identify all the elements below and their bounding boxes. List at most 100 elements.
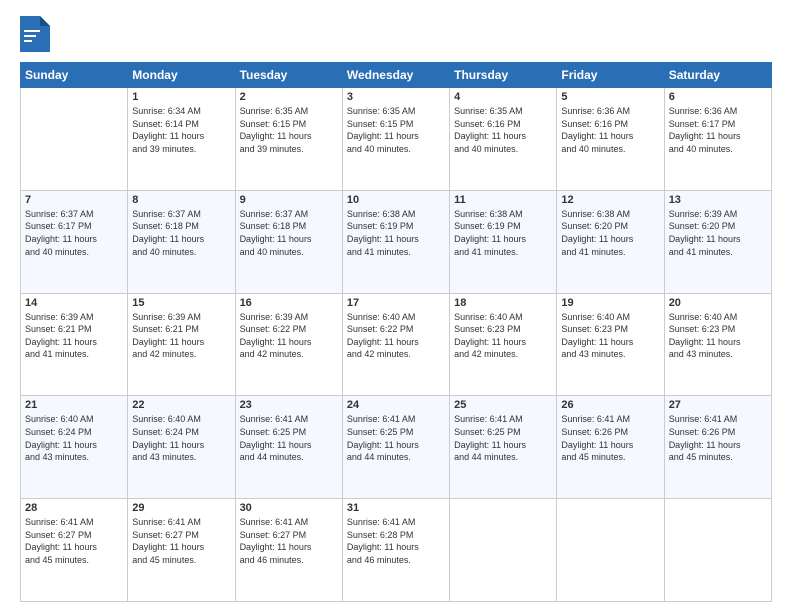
cell-info: Sunrise: 6:37 AM Sunset: 6:18 PM Dayligh… xyxy=(240,208,338,258)
calendar-cell xyxy=(450,499,557,602)
cell-info: Sunrise: 6:34 AM Sunset: 6:14 PM Dayligh… xyxy=(132,105,230,155)
col-monday: Monday xyxy=(128,63,235,88)
calendar-cell: 8 Sunrise: 6:37 AM Sunset: 6:18 PM Daylig… xyxy=(128,190,235,293)
day-number: 20 xyxy=(669,297,767,309)
day-number: 8 xyxy=(132,194,230,206)
day-number: 28 xyxy=(25,502,123,514)
day-number: 27 xyxy=(669,399,767,411)
header xyxy=(20,16,772,52)
day-number: 4 xyxy=(454,91,552,103)
day-number: 24 xyxy=(347,399,445,411)
calendar-cell: 13 Sunrise: 6:39 AM Sunset: 6:20 PM Dayli… xyxy=(664,190,771,293)
calendar-cell: 28 Sunrise: 6:41 AM Sunset: 6:27 PM Dayli… xyxy=(21,499,128,602)
day-number: 16 xyxy=(240,297,338,309)
day-number: 18 xyxy=(454,297,552,309)
day-number: 26 xyxy=(561,399,659,411)
calendar-cell: 30 Sunrise: 6:41 AM Sunset: 6:27 PM Dayli… xyxy=(235,499,342,602)
cell-info: Sunrise: 6:36 AM Sunset: 6:17 PM Dayligh… xyxy=(669,105,767,155)
cell-info: Sunrise: 6:41 AM Sunset: 6:25 PM Dayligh… xyxy=(454,413,552,463)
week-row-2: 7 Sunrise: 6:37 AM Sunset: 6:17 PM Daylig… xyxy=(21,190,772,293)
day-number: 22 xyxy=(132,399,230,411)
calendar-table: Sunday Monday Tuesday Wednesday Thursday… xyxy=(20,62,772,602)
day-number: 12 xyxy=(561,194,659,206)
col-sunday: Sunday xyxy=(21,63,128,88)
logo xyxy=(20,16,54,52)
cell-info: Sunrise: 6:39 AM Sunset: 6:21 PM Dayligh… xyxy=(132,311,230,361)
calendar-cell: 10 Sunrise: 6:38 AM Sunset: 6:19 PM Dayli… xyxy=(342,190,449,293)
cell-info: Sunrise: 6:41 AM Sunset: 6:28 PM Dayligh… xyxy=(347,516,445,566)
col-friday: Friday xyxy=(557,63,664,88)
cell-info: Sunrise: 6:41 AM Sunset: 6:27 PM Dayligh… xyxy=(132,516,230,566)
cell-info: Sunrise: 6:40 AM Sunset: 6:23 PM Dayligh… xyxy=(669,311,767,361)
day-number: 17 xyxy=(347,297,445,309)
day-number: 19 xyxy=(561,297,659,309)
day-number: 6 xyxy=(669,91,767,103)
week-row-3: 14 Sunrise: 6:39 AM Sunset: 6:21 PM Dayli… xyxy=(21,293,772,396)
calendar-cell: 19 Sunrise: 6:40 AM Sunset: 6:23 PM Dayli… xyxy=(557,293,664,396)
day-number: 21 xyxy=(25,399,123,411)
cell-info: Sunrise: 6:41 AM Sunset: 6:27 PM Dayligh… xyxy=(240,516,338,566)
week-row-5: 28 Sunrise: 6:41 AM Sunset: 6:27 PM Dayli… xyxy=(21,499,772,602)
day-number: 3 xyxy=(347,91,445,103)
cell-info: Sunrise: 6:39 AM Sunset: 6:21 PM Dayligh… xyxy=(25,311,123,361)
col-tuesday: Tuesday xyxy=(235,63,342,88)
day-number: 7 xyxy=(25,194,123,206)
calendar-header-row: Sunday Monday Tuesday Wednesday Thursday… xyxy=(21,63,772,88)
col-saturday: Saturday xyxy=(664,63,771,88)
cell-info: Sunrise: 6:40 AM Sunset: 6:24 PM Dayligh… xyxy=(25,413,123,463)
day-number: 13 xyxy=(669,194,767,206)
cell-info: Sunrise: 6:35 AM Sunset: 6:15 PM Dayligh… xyxy=(240,105,338,155)
cell-info: Sunrise: 6:40 AM Sunset: 6:22 PM Dayligh… xyxy=(347,311,445,361)
cell-info: Sunrise: 6:40 AM Sunset: 6:23 PM Dayligh… xyxy=(561,311,659,361)
calendar-cell: 3 Sunrise: 6:35 AM Sunset: 6:15 PM Daylig… xyxy=(342,88,449,191)
week-row-1: 1 Sunrise: 6:34 AM Sunset: 6:14 PM Daylig… xyxy=(21,88,772,191)
calendar-cell xyxy=(21,88,128,191)
logo-icon xyxy=(20,16,50,52)
day-number: 5 xyxy=(561,91,659,103)
calendar-cell: 6 Sunrise: 6:36 AM Sunset: 6:17 PM Daylig… xyxy=(664,88,771,191)
cell-info: Sunrise: 6:36 AM Sunset: 6:16 PM Dayligh… xyxy=(561,105,659,155)
day-number: 23 xyxy=(240,399,338,411)
cell-info: Sunrise: 6:39 AM Sunset: 6:20 PM Dayligh… xyxy=(669,208,767,258)
cell-info: Sunrise: 6:41 AM Sunset: 6:26 PM Dayligh… xyxy=(669,413,767,463)
calendar-cell: 12 Sunrise: 6:38 AM Sunset: 6:20 PM Dayli… xyxy=(557,190,664,293)
calendar-cell: 1 Sunrise: 6:34 AM Sunset: 6:14 PM Daylig… xyxy=(128,88,235,191)
cell-info: Sunrise: 6:37 AM Sunset: 6:18 PM Dayligh… xyxy=(132,208,230,258)
day-number: 9 xyxy=(240,194,338,206)
calendar-cell: 9 Sunrise: 6:37 AM Sunset: 6:18 PM Daylig… xyxy=(235,190,342,293)
calendar-cell: 23 Sunrise: 6:41 AM Sunset: 6:25 PM Dayli… xyxy=(235,396,342,499)
calendar-cell: 18Sunrise: 6:40 AM Sunset: 6:23 PM Dayli… xyxy=(450,293,557,396)
cell-info: Sunrise: 6:37 AM Sunset: 6:17 PM Dayligh… xyxy=(25,208,123,258)
day-number: 31 xyxy=(347,502,445,514)
calendar-cell: 7 Sunrise: 6:37 AM Sunset: 6:17 PM Daylig… xyxy=(21,190,128,293)
day-number: 10 xyxy=(347,194,445,206)
calendar-cell: 26Sunrise: 6:41 AM Sunset: 6:26 PM Dayli… xyxy=(557,396,664,499)
calendar-cell: 14 Sunrise: 6:39 AM Sunset: 6:21 PM Dayli… xyxy=(21,293,128,396)
calendar-cell: 20 Sunrise: 6:40 AM Sunset: 6:23 PM Dayli… xyxy=(664,293,771,396)
calendar-cell: 15Sunrise: 6:39 AM Sunset: 6:21 PM Dayli… xyxy=(128,293,235,396)
calendar-cell: 16 Sunrise: 6:39 AM Sunset: 6:22 PM Dayli… xyxy=(235,293,342,396)
calendar-cell: 11Sunrise: 6:38 AM Sunset: 6:19 PM Dayli… xyxy=(450,190,557,293)
cell-info: Sunrise: 6:38 AM Sunset: 6:20 PM Dayligh… xyxy=(561,208,659,258)
day-number: 1 xyxy=(132,91,230,103)
cell-info: Sunrise: 6:35 AM Sunset: 6:16 PM Dayligh… xyxy=(454,105,552,155)
cell-info: Sunrise: 6:40 AM Sunset: 6:24 PM Dayligh… xyxy=(132,413,230,463)
calendar-cell: 21 Sunrise: 6:40 AM Sunset: 6:24 PM Dayli… xyxy=(21,396,128,499)
page: Sunday Monday Tuesday Wednesday Thursday… xyxy=(0,0,792,612)
cell-info: Sunrise: 6:38 AM Sunset: 6:19 PM Dayligh… xyxy=(347,208,445,258)
day-number: 14 xyxy=(25,297,123,309)
day-number: 2 xyxy=(240,91,338,103)
day-number: 11 xyxy=(454,194,552,206)
cell-info: Sunrise: 6:39 AM Sunset: 6:22 PM Dayligh… xyxy=(240,311,338,361)
calendar-cell: 4 Sunrise: 6:35 AM Sunset: 6:16 PM Daylig… xyxy=(450,88,557,191)
calendar-cell: 27 Sunrise: 6:41 AM Sunset: 6:26 PM Dayli… xyxy=(664,396,771,499)
cell-info: Sunrise: 6:41 AM Sunset: 6:25 PM Dayligh… xyxy=(240,413,338,463)
col-thursday: Thursday xyxy=(450,63,557,88)
calendar-cell: 25Sunrise: 6:41 AM Sunset: 6:25 PM Dayli… xyxy=(450,396,557,499)
cell-info: Sunrise: 6:41 AM Sunset: 6:25 PM Dayligh… xyxy=(347,413,445,463)
calendar-cell: 17 Sunrise: 6:40 AM Sunset: 6:22 PM Dayli… xyxy=(342,293,449,396)
cell-info: Sunrise: 6:41 AM Sunset: 6:27 PM Dayligh… xyxy=(25,516,123,566)
cell-info: Sunrise: 6:35 AM Sunset: 6:15 PM Dayligh… xyxy=(347,105,445,155)
calendar-cell: 2 Sunrise: 6:35 AM Sunset: 6:15 PM Daylig… xyxy=(235,88,342,191)
day-number: 30 xyxy=(240,502,338,514)
